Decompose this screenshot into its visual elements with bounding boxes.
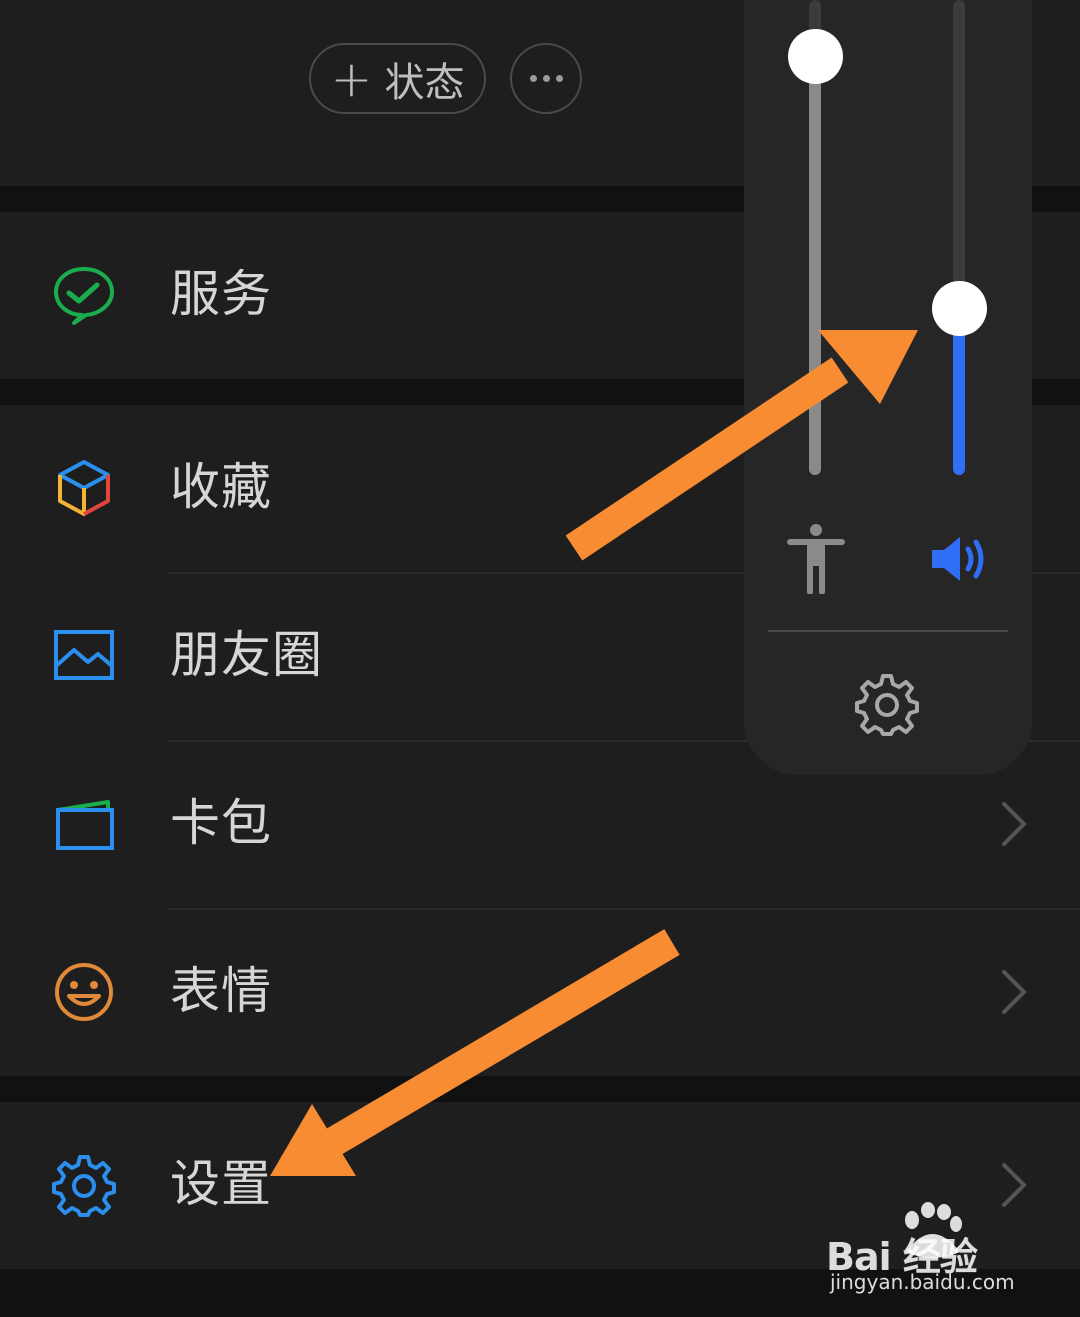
smiley-icon bbox=[55, 963, 113, 1021]
more-options-button[interactable] bbox=[510, 43, 582, 114]
menu-label-moments: 朋友圈 bbox=[170, 626, 323, 684]
plus-icon: + bbox=[330, 49, 373, 108]
menu-label-settings: 设置 bbox=[170, 1155, 272, 1213]
volume-panel bbox=[744, 0, 1032, 775]
accessibility-volume-knob[interactable] bbox=[788, 29, 843, 84]
wallet-icon bbox=[56, 800, 114, 850]
watermark-url: jingyan.baidu.com bbox=[830, 1270, 1015, 1294]
gear-icon bbox=[52, 1155, 116, 1217]
accessibility-icon[interactable] bbox=[786, 522, 846, 594]
wechat-pay-icon bbox=[54, 267, 114, 325]
accessibility-volume-fill bbox=[809, 57, 821, 475]
add-status-button[interactable]: + 状态 bbox=[309, 43, 486, 114]
cube-icon bbox=[58, 460, 110, 516]
media-volume-knob[interactable] bbox=[932, 281, 987, 336]
menu-label-wallet: 卡包 bbox=[170, 794, 272, 852]
chevron-right-icon bbox=[1002, 802, 1027, 846]
menu-label-favorites: 收藏 bbox=[170, 458, 272, 516]
picture-icon bbox=[54, 630, 114, 680]
menu-label-stickers: 表情 bbox=[170, 962, 272, 1020]
menu-label-services: 服务 bbox=[170, 265, 272, 323]
status-button-label: 状态 bbox=[384, 59, 465, 106]
menu-item-stickers[interactable]: 表情 bbox=[0, 909, 1080, 1076]
settings-gear-icon[interactable] bbox=[855, 672, 919, 736]
speaker-icon[interactable] bbox=[928, 534, 992, 584]
volume-panel-divider bbox=[768, 630, 1008, 632]
chevron-right-icon bbox=[1002, 970, 1027, 1014]
more-dots-icon bbox=[529, 75, 563, 82]
baidu-watermark: Bai 经验 jingyan.baidu.com bbox=[826, 1196, 1031, 1296]
